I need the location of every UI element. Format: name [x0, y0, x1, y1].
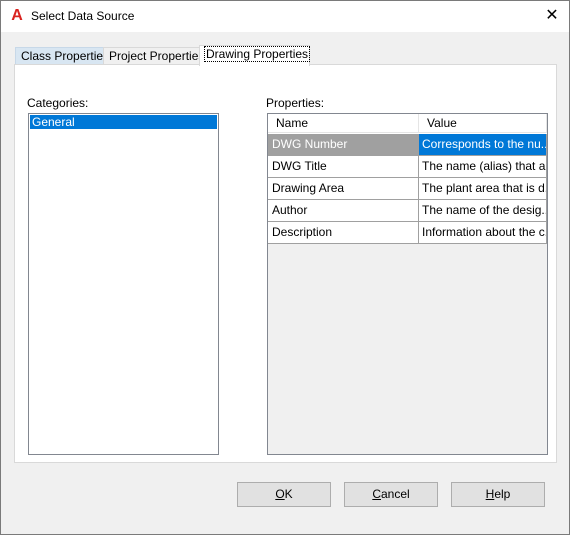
cancel-label-rest: ancel: [380, 487, 410, 501]
properties-label: Properties:: [266, 96, 325, 110]
grid-header: Name Value: [268, 114, 547, 134]
property-name-cell[interactable]: Description: [268, 222, 418, 244]
ok-label-rest: K: [284, 487, 293, 501]
table-row[interactable]: DWG Number Corresponds to the nu...: [268, 134, 547, 156]
property-name-cell[interactable]: DWG Number: [268, 134, 418, 156]
table-row[interactable]: DWG Title The name (alias) that a...: [268, 156, 547, 178]
column-header-value[interactable]: Value: [419, 114, 547, 133]
property-name-cell[interactable]: Drawing Area: [268, 178, 418, 200]
window-title: Select Data Source: [31, 9, 135, 23]
categories-list[interactable]: General: [28, 113, 219, 455]
tab-label: Drawing Properties: [203, 46, 311, 62]
properties-grid[interactable]: Name Value DWG Number Corresponds to the…: [267, 113, 548, 455]
select-data-source-dialog: A Select Data Source ✕ Class Properties …: [0, 0, 570, 535]
categories-label: Categories:: [27, 96, 89, 110]
property-value-cell[interactable]: The name of the desig...: [418, 200, 547, 222]
help-button[interactable]: Help: [451, 482, 545, 507]
tab-panel: Categories: General Properties: Name Val…: [14, 64, 557, 463]
title-bar: A Select Data Source ✕: [1, 1, 569, 32]
cancel-button[interactable]: Cancel: [344, 482, 438, 507]
property-value-cell[interactable]: Information about the c...: [418, 222, 547, 244]
close-button[interactable]: ✕: [535, 1, 569, 32]
table-row[interactable]: Author The name of the desig...: [268, 200, 547, 222]
property-value-cell[interactable]: The name (alias) that a...: [418, 156, 547, 178]
ok-button[interactable]: OK: [237, 482, 331, 507]
tab-label: Class Properties: [21, 49, 110, 63]
property-value-cell[interactable]: The plant area that is d...: [418, 178, 547, 200]
list-item-general[interactable]: General: [30, 115, 217, 129]
cancel-mnemonic: C: [372, 487, 381, 501]
autocad-a-icon: A: [11, 7, 23, 24]
property-name-cell[interactable]: DWG Title: [268, 156, 418, 178]
tab-drawing-properties[interactable]: Drawing Properties: [199, 45, 311, 66]
property-name-cell[interactable]: Author: [268, 200, 418, 222]
table-row[interactable]: Description Information about the c...: [268, 222, 547, 244]
tab-label: Project Properties: [109, 49, 205, 63]
ok-mnemonic: O: [275, 487, 285, 501]
table-row[interactable]: Drawing Area The plant area that is d...: [268, 178, 547, 200]
property-value-cell[interactable]: Corresponds to the nu...: [418, 134, 547, 156]
help-label-rest: elp: [494, 487, 511, 501]
column-header-name[interactable]: Name: [268, 114, 419, 133]
